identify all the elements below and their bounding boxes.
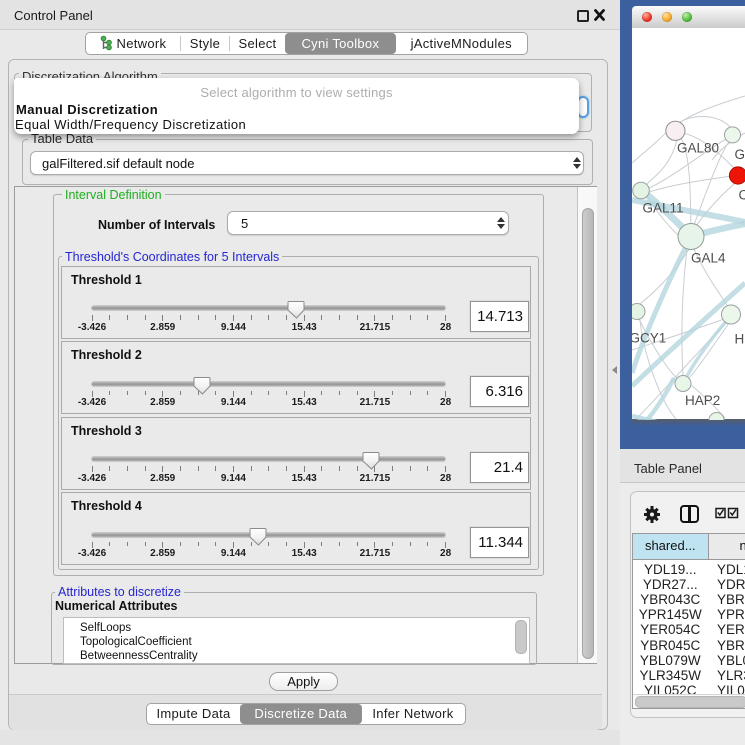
svg-text:GCY1: GCY1 — [632, 330, 666, 345]
svg-text:C: C — [739, 187, 745, 202]
svg-text:GA: GA — [735, 147, 745, 162]
svg-text:GAL4: GAL4 — [691, 250, 726, 265]
svg-text:GAL80: GAL80 — [677, 140, 719, 155]
svg-text:HI: HI — [735, 331, 745, 346]
svg-text:HAP2: HAP2 — [685, 393, 720, 408]
svg-text:GAL11: GAL11 — [643, 200, 684, 215]
